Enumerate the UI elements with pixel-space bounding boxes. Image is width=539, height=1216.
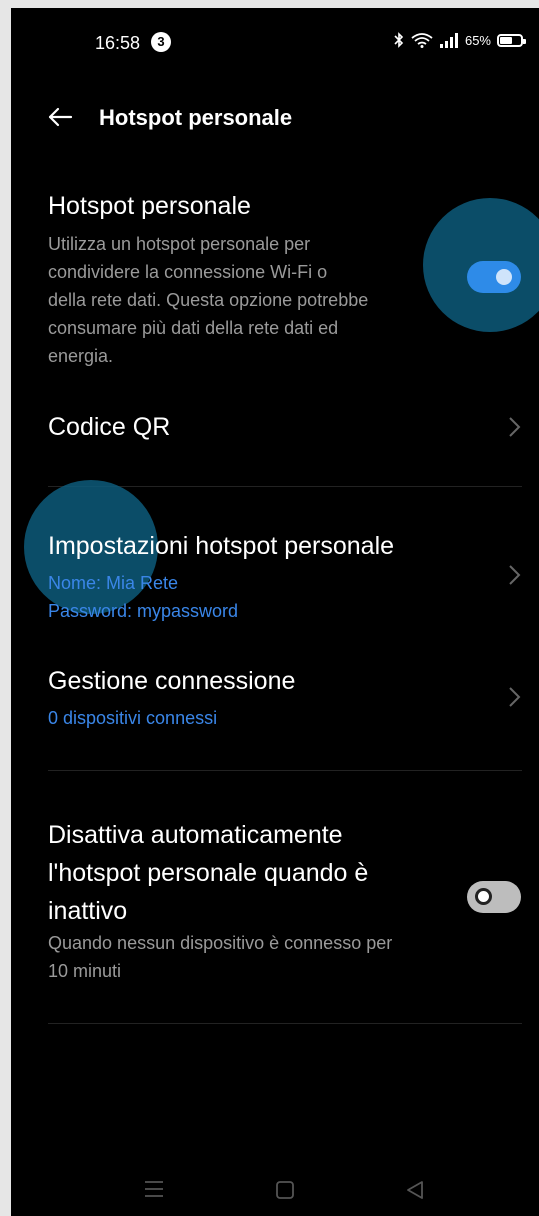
bluetooth-icon (394, 32, 404, 48)
battery-icon (497, 33, 526, 47)
network-name: Nome: Mia Rete (48, 573, 179, 593)
auto-disable-title-line: l'hotspot personale quando è (48, 859, 369, 887)
connection-management-title: Gestione connessione (48, 667, 296, 695)
battery-fill (500, 36, 512, 44)
hotspot-settings-info: Nome: Mia Rete Password: mypassword (48, 569, 238, 625)
hotspot-description-line: consumare più dati della rete dati ed (48, 318, 339, 338)
chevron-right-icon (509, 687, 521, 707)
auto-disable-title: Disattiva automaticamente l'hotspot pers… (48, 816, 368, 930)
toggle-knob (475, 888, 492, 905)
battery-percent: 65% (464, 32, 491, 48)
auto-disable-title-line: inattivo (48, 897, 128, 925)
toggle-knob (496, 269, 512, 285)
auto-disable-description-line: Quando nessun dispositivo è connesso per (48, 933, 393, 953)
qr-code-title: Codice QR (48, 413, 171, 441)
connected-devices-count: 0 dispositivi connessi (48, 708, 218, 728)
page-title: Hotspot personale (99, 105, 293, 130)
hotspot-title: Hotspot personale (48, 192, 251, 220)
notification-badge: 3 (151, 32, 171, 52)
hotspot-description-line: Utilizza un hotspot personale per (48, 234, 311, 254)
menu-icon[interactable] (144, 1180, 164, 1198)
chevron-right-icon (509, 565, 521, 585)
phone-screen: 16:58 3 65% Hotspot personale Hotspot pe… (11, 8, 539, 1216)
back-triangle-icon[interactable] (405, 1180, 425, 1200)
divider (48, 770, 522, 771)
navigation-bar (11, 1172, 539, 1212)
home-icon[interactable] (275, 1180, 295, 1200)
network-password: Password: mypassword (48, 601, 239, 621)
hotspot-description: Utilizza un hotspot personale per condiv… (48, 230, 428, 370)
auto-disable-description-line: 10 minuti (48, 961, 122, 981)
auto-disable-title-line: Disattiva automaticamente (48, 821, 343, 849)
hotspot-description-line: della rete dati. Questa opzione potrebbe (48, 290, 369, 310)
wifi-hotspot-icon (411, 33, 433, 48)
status-icons: 65% (393, 32, 526, 48)
auto-disable-toggle[interactable] (467, 881, 521, 913)
divider (48, 1023, 522, 1024)
hotspot-description-line: condividere la connessione Wi-Fi o (48, 262, 328, 282)
chevron-right-icon (509, 417, 521, 437)
hotspot-toggle[interactable] (467, 261, 521, 293)
hotspot-description-line: energia. (48, 346, 114, 366)
back-arrow-icon[interactable] (45, 102, 75, 132)
status-bar: 16:58 3 65% (11, 30, 539, 58)
signal-icon (439, 33, 458, 48)
hotspot-settings-title: Impostazioni hotspot personale (48, 532, 395, 560)
status-time: 16:58 (95, 33, 141, 53)
auto-disable-description: Quando nessun dispositivo è connesso per… (48, 929, 468, 985)
app-bar: Hotspot personale (11, 96, 539, 144)
